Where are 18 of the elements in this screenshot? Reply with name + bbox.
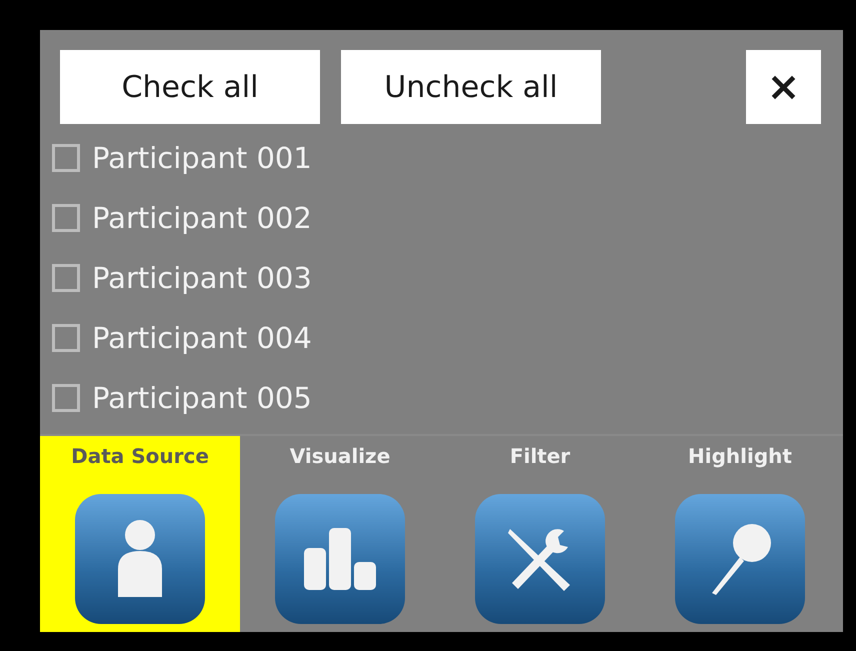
participant-label: Participant 001 [92,141,312,175]
tab[interactable]: Highlight [640,436,840,632]
checkbox[interactable] [52,264,80,292]
participant-label: Participant 004 [92,321,312,355]
participant-label: Participant 003 [92,261,312,295]
checkbox[interactable] [52,324,80,352]
action-button[interactable]: Uncheck all [341,50,601,124]
action-button[interactable]: Check all [60,50,320,124]
close-button[interactable]: × [746,50,821,124]
tab[interactable]: Filter [440,436,640,632]
tab[interactable]: Visualize [240,436,440,632]
tab[interactable]: Data Source [40,436,240,632]
participant-label: Participant 002 [92,201,312,235]
participant-label: Participant 005 [92,381,312,415]
bar-chart-icon [304,528,376,590]
checkbox[interactable] [52,204,80,232]
checkbox[interactable] [52,144,80,172]
checkbox[interactable] [52,384,80,412]
